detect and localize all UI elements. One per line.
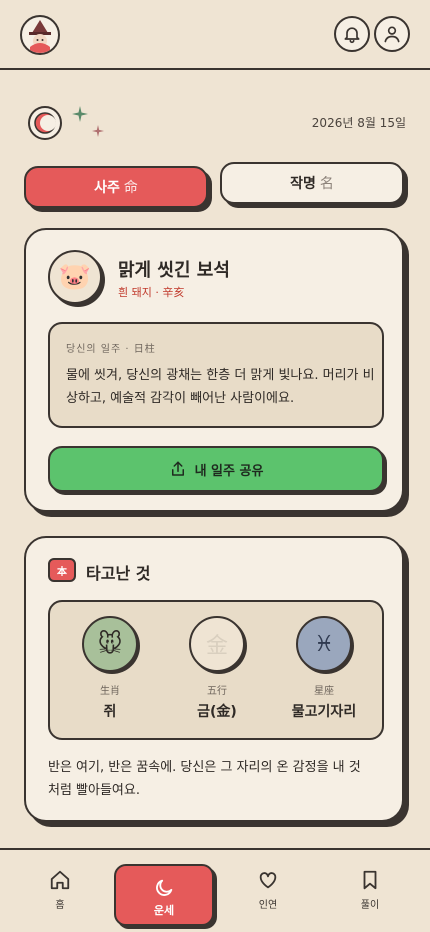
trait-value: 물고기자리	[291, 704, 357, 720]
profile-button[interactable]	[374, 16, 410, 52]
trait-element: 金 五行 금(金)	[167, 616, 267, 721]
trait-label: 生肖	[100, 686, 120, 697]
trait-label: 五行	[207, 686, 227, 697]
nav-label: 인연	[258, 900, 278, 911]
trait-zodiac-animal: 🐭 生肖 쥐	[60, 616, 160, 721]
share-icon	[171, 461, 184, 476]
nav-unse[interactable]: 운세	[114, 864, 214, 926]
home-icon	[50, 870, 70, 890]
ilju-box-label: 당신의 일주 · 日柱	[66, 344, 156, 355]
tab-hanja: 命	[123, 180, 138, 196]
ilju-description-box: 당신의 일주 · 日柱 물에 씻겨, 당신의 광채는 한층 더 맑게 빛나요. …	[48, 322, 384, 428]
bookmark-icon	[363, 870, 377, 890]
app-header	[0, 0, 430, 70]
fortune-teller-logo-icon[interactable]	[20, 15, 60, 55]
share-label: 내 일주 공유	[194, 463, 264, 479]
tab-label: 사주	[94, 180, 120, 196]
rat-icon: 🐭	[82, 616, 138, 672]
trait-label: 星座	[314, 686, 334, 697]
pig-avatar-icon: 🐷	[48, 250, 102, 304]
notification-button[interactable]	[334, 16, 370, 52]
trait-value: 금(金)	[197, 704, 237, 720]
ilju-title: 맑게 씻긴 보석	[118, 260, 230, 281]
bottom-navigation: 홈 운세 인연 풀이	[0, 848, 430, 932]
metal-element-icon: 金	[189, 616, 245, 672]
nav-home[interactable]: 홈	[30, 868, 90, 911]
nav-label: 운세	[153, 904, 175, 917]
nav-inyeon[interactable]: 인연	[238, 868, 298, 911]
tab-hanja: 名	[319, 176, 334, 192]
moon-icon	[156, 879, 173, 896]
ilju-subtitle: 흰 돼지 · 辛亥	[118, 286, 185, 299]
date-row: 2026년 8월 15일	[0, 100, 430, 144]
tab-label: 작명	[290, 176, 316, 192]
ilju-card: 🐷 맑게 씻긴 보석 흰 돼지 · 辛亥 당신의 일주 · 日柱 물에 씻겨, …	[24, 228, 404, 512]
bell-icon	[344, 27, 360, 44]
innate-card: 本 타고난 것 🐭 生肖 쥐 金 五行 금(金) ♓︎ 星座 물고기자리 반은 …	[24, 536, 404, 822]
sparkle-icon	[72, 106, 88, 126]
today-date: 2026년 8월 15일	[311, 116, 406, 130]
share-ilju-button[interactable]: 내 일주 공유	[48, 446, 384, 492]
heart-icon	[259, 872, 277, 889]
innate-description: 반은 여기, 반은 꿈속에. 당신은 그 자리의 온 감정을 내 것처럼 빨아들…	[48, 760, 361, 798]
trait-star-sign: ♓︎ 星座 물고기자리	[274, 616, 374, 721]
nav-label: 풀이	[360, 900, 380, 911]
nav-label: 홈	[55, 900, 65, 911]
tab-jakmyeong[interactable]: 작명 名	[220, 162, 404, 204]
nav-puri[interactable]: 풀이	[340, 868, 400, 911]
innate-badge: 本	[48, 558, 76, 582]
innate-title: 타고난 것	[86, 564, 151, 583]
moon-icon	[28, 106, 62, 140]
innate-traits-box: 🐭 生肖 쥐 金 五行 금(金) ♓︎ 星座 물고기자리	[48, 600, 384, 740]
user-icon	[384, 26, 400, 43]
trait-value: 쥐	[103, 704, 117, 720]
sparkle-icon	[92, 122, 104, 141]
ilju-description: 물에 씻겨, 당신의 광채는 한층 더 맑게 빛나요. 머리가 비상하고, 예술…	[66, 368, 375, 406]
tab-saju[interactable]: 사주 命	[24, 166, 208, 208]
pisces-icon: ♓︎	[296, 616, 352, 672]
